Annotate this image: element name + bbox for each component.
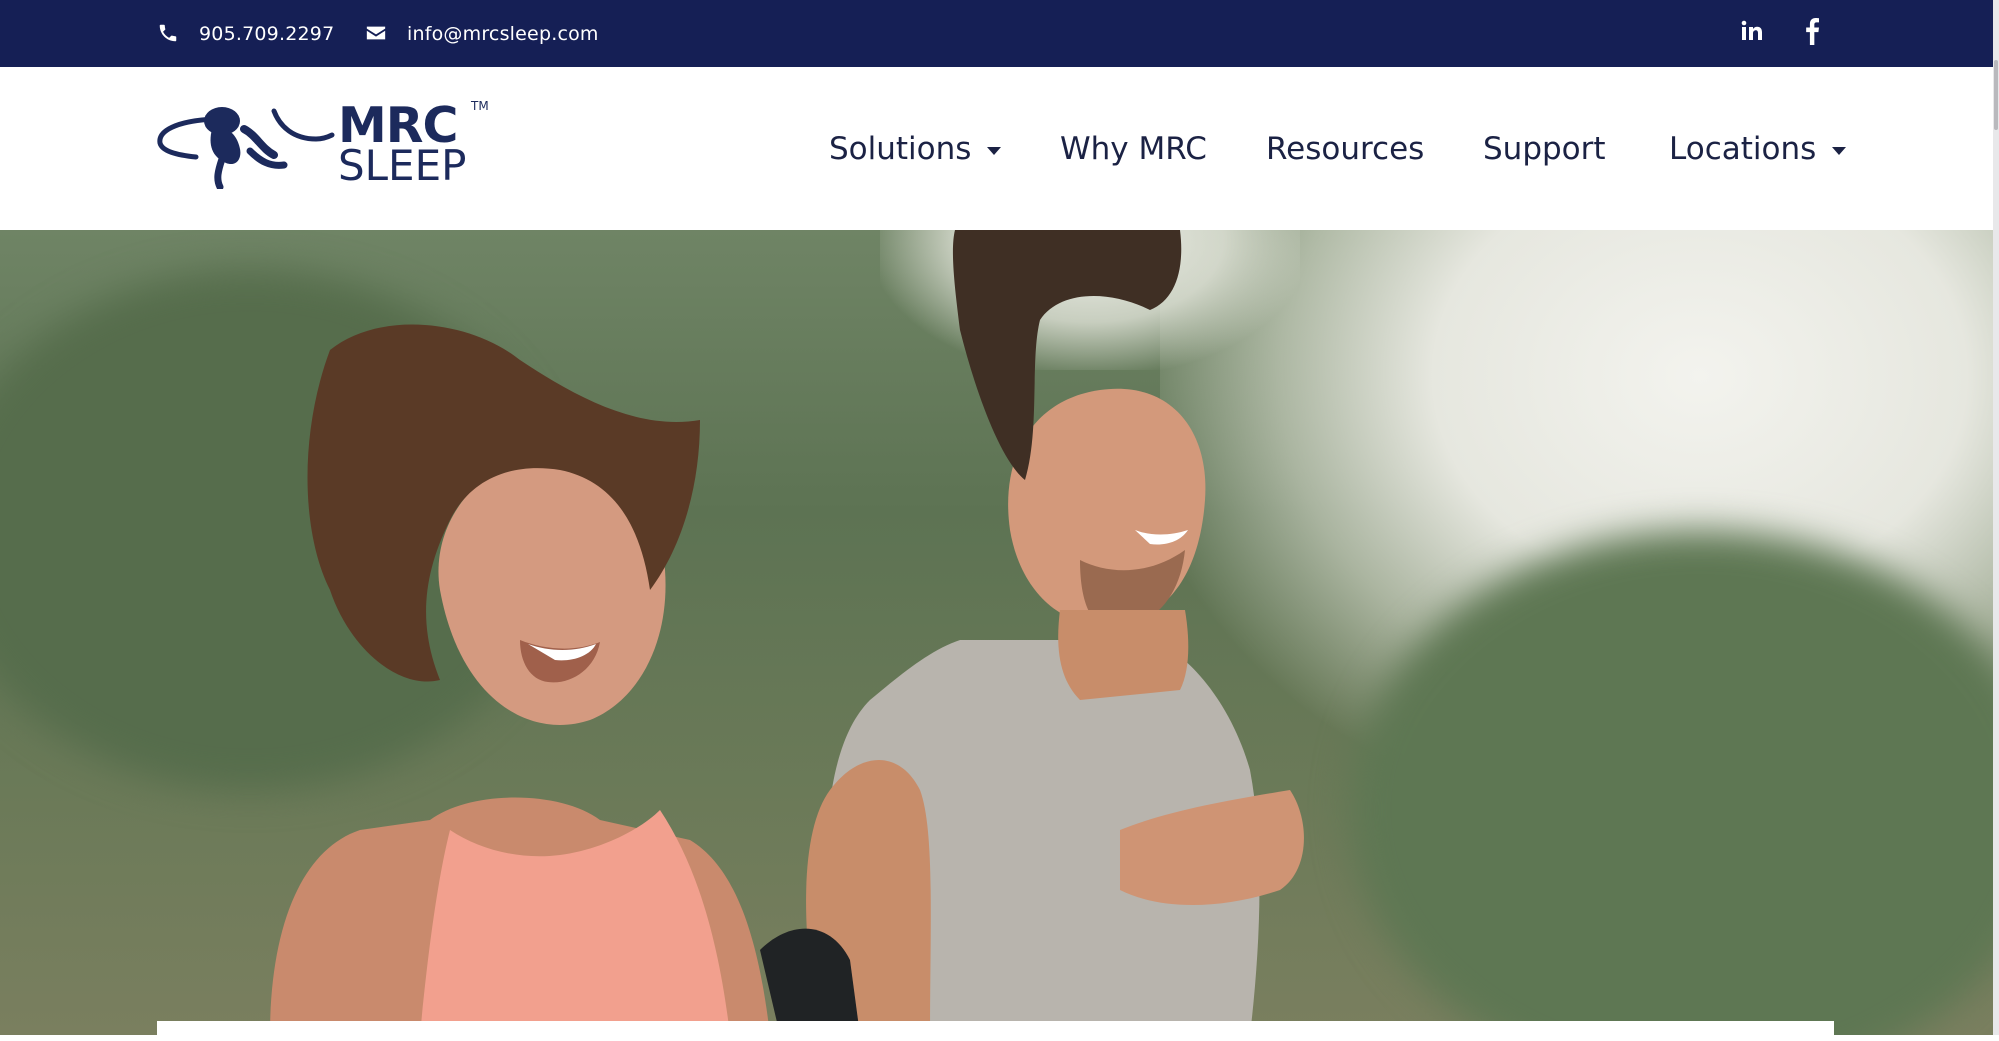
- hero-image: [0, 230, 1993, 1035]
- content-card-top-edge: [157, 1021, 1834, 1041]
- envelope-icon: [365, 22, 389, 46]
- nav-support-label: Support: [1483, 131, 1606, 167]
- phone-icon: [157, 22, 181, 46]
- sleeper-figure-icon: [157, 107, 335, 189]
- caret-down-icon: [1832, 146, 1847, 155]
- site-header: MRC SLEEP TM Solutions Why MRC Resources…: [0, 67, 1993, 230]
- nav-why-mrc-label: Why MRC: [1060, 131, 1207, 167]
- nav-solutions[interactable]: Solutions: [829, 129, 1002, 169]
- nav-support[interactable]: Support: [1483, 129, 1606, 169]
- linkedin-icon[interactable]: [1737, 13, 1767, 49]
- logo[interactable]: MRC SLEEP TM: [156, 93, 496, 193]
- nav-locations[interactable]: Locations: [1669, 129, 1847, 169]
- scrollbar-thumb[interactable]: [1994, 60, 1998, 130]
- phone-number: 905.709.2297: [199, 22, 335, 45]
- email-link[interactable]: info@mrcsleep.com: [365, 0, 599, 67]
- phone-link[interactable]: 905.709.2297: [157, 0, 334, 67]
- logo-wordmark-sleep: SLEEP: [338, 141, 467, 190]
- runners-illustration: [270, 230, 1304, 1035]
- scrollbar-track[interactable]: [1993, 0, 1999, 1035]
- nav-solutions-label: Solutions: [829, 131, 972, 167]
- top-bar: 905.709.2297 info@mrcsleep.com: [0, 0, 1993, 67]
- caret-down-icon: [987, 146, 1002, 155]
- nav-locations-label: Locations: [1669, 131, 1817, 167]
- trademark: TM: [471, 99, 489, 113]
- nav-resources[interactable]: Resources: [1266, 129, 1424, 169]
- nav-why-mrc[interactable]: Why MRC: [1060, 129, 1207, 169]
- nav-resources-label: Resources: [1266, 131, 1425, 167]
- facebook-icon[interactable]: [1797, 13, 1827, 49]
- email-address: info@mrcsleep.com: [407, 22, 599, 45]
